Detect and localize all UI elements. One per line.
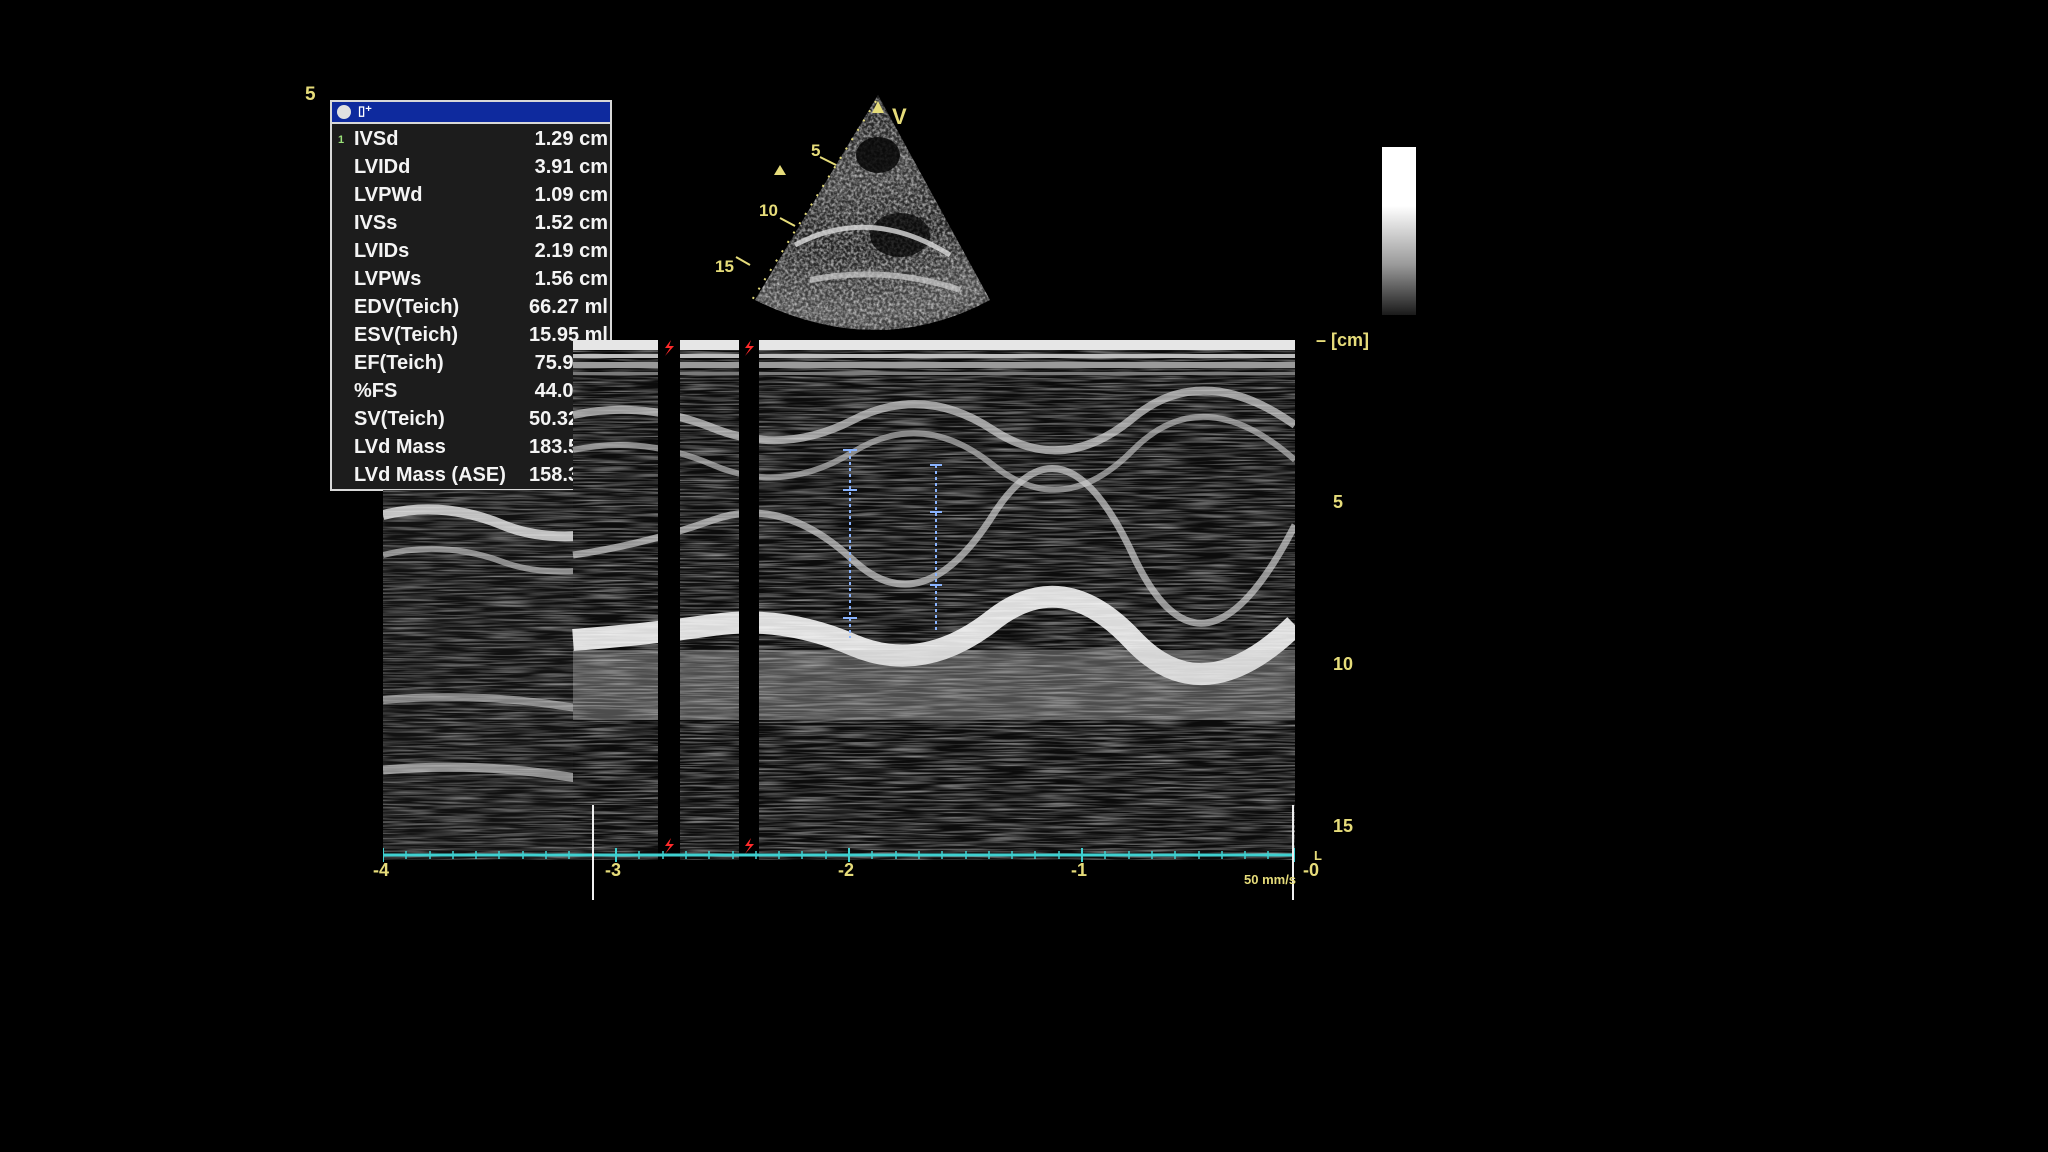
- measurement-row[interactable]: LVPWd 1.09 cm: [332, 182, 610, 210]
- measurement-row[interactable]: 1 IVSd 1.29 cm: [332, 126, 610, 154]
- panel-toggle-icon[interactable]: [337, 105, 351, 119]
- measurement-row[interactable]: EDV(Teich) 66.27 ml: [332, 294, 610, 322]
- sector-orientation-marker: V: [892, 104, 907, 129]
- sweep-speed-label: 50 mm/s: [1244, 872, 1297, 887]
- measurement-value: 2.19 cm: [534, 240, 608, 262]
- measurement-row[interactable]: LVIDd 3.91 cm: [332, 154, 610, 182]
- panel-menu-icon[interactable]: ▯⁺: [358, 103, 372, 119]
- sector-depth-label-15: 15: [715, 257, 734, 276]
- measurement-label: IVSs: [354, 212, 398, 234]
- time-label-minus4: -4: [373, 860, 390, 880]
- measurement-panel-header[interactable]: ▯⁺: [332, 102, 610, 124]
- measurement-value: 1.09 cm: [534, 184, 608, 206]
- measurement-row[interactable]: LVIDs 2.19 cm: [332, 238, 610, 266]
- measurement-index: 1: [338, 134, 345, 146]
- measurement-value: 1.56 cm: [534, 268, 608, 290]
- measurement-value: 3.91 cm: [534, 156, 608, 178]
- sector-depth-label-5: 5: [811, 141, 820, 160]
- measurement-value: 66.27 ml: [529, 296, 608, 318]
- depth-label-5: 5: [1333, 492, 1344, 512]
- sector-depth-label-10: 10: [759, 201, 778, 220]
- depth-label-15: 15: [1333, 816, 1354, 836]
- measurement-label: LVPWd: [354, 184, 423, 206]
- measurement-value: 1.52 cm: [534, 212, 608, 234]
- measurement-label: LVPWs: [354, 268, 422, 290]
- depth-unit-label: – [cm]: [1316, 330, 1370, 350]
- time-label-minus0: -0: [1303, 860, 1320, 880]
- grayscale-bar: [1382, 147, 1416, 315]
- measurement-label: LVIDd: [354, 156, 411, 178]
- time-label-minus1: -1: [1071, 860, 1088, 880]
- depth-unit-text: [cm]: [1331, 330, 1370, 350]
- l-marker-label: L: [1314, 848, 1322, 863]
- time-label-minus3: -3: [605, 860, 622, 880]
- measurement-row[interactable]: LVPWs 1.56 cm: [332, 266, 610, 294]
- time-label-minus2: -2: [838, 860, 855, 880]
- measurement-label: EDV(Teich): [354, 296, 460, 318]
- ultrasound-screen: 5 ▯⁺ 1 IVSd 1.29 cm LVIDd 3.91 cm LVPWd 1.09 c…: [0, 0, 2048, 1152]
- measurement-label: IVSd: [354, 128, 399, 150]
- 2d-sector-image: V 5 10 15: [715, 95, 990, 330]
- depth-label-10: 10: [1333, 654, 1354, 674]
- measurement-label: LVIDs: [354, 240, 410, 262]
- panel-number: 5: [305, 84, 316, 105]
- mmode-trace: [383, 340, 1295, 900]
- measurement-value: 1.29 cm: [534, 128, 608, 150]
- measurement-row[interactable]: IVSs 1.52 cm: [332, 210, 610, 238]
